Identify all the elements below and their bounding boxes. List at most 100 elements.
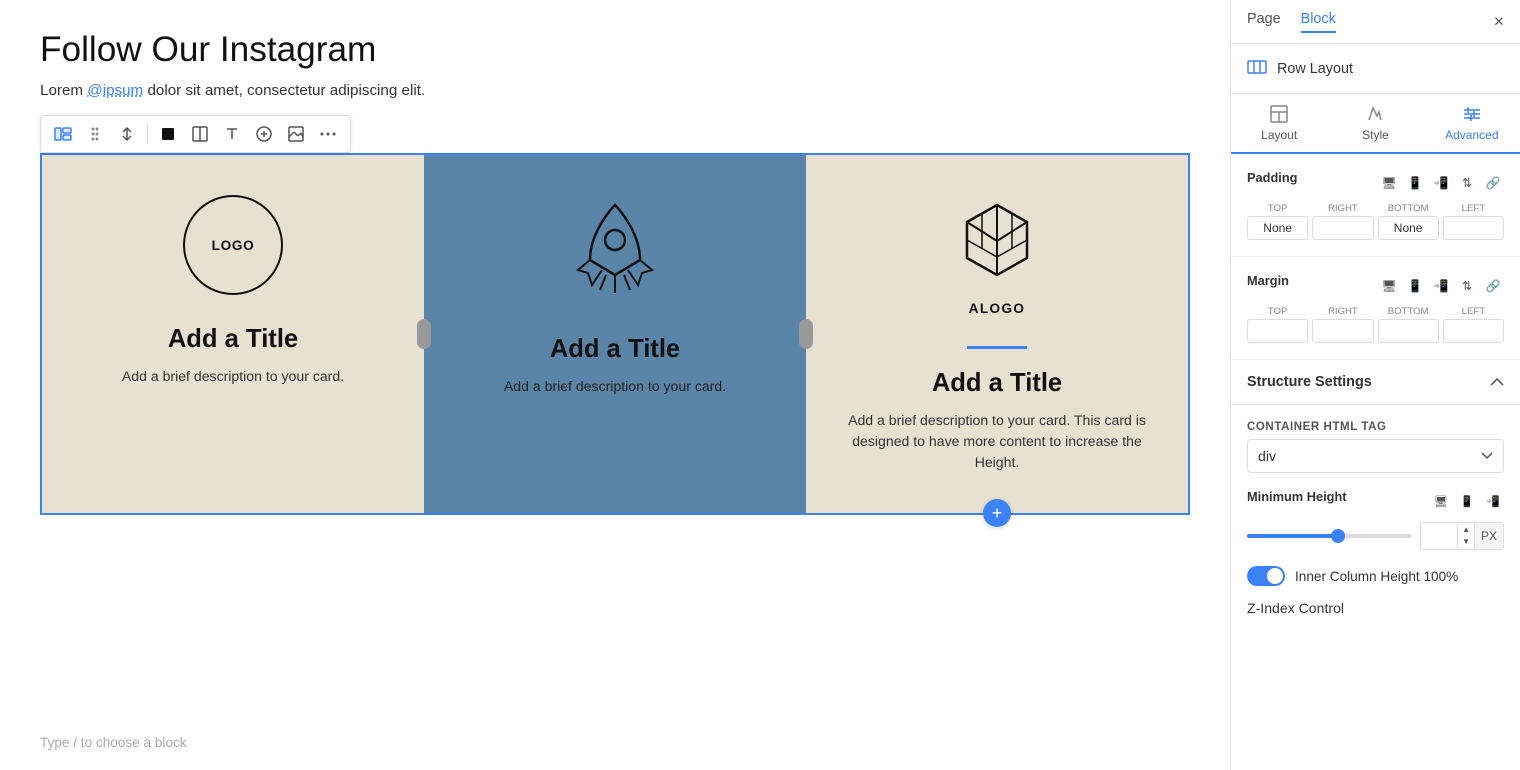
subtitle-before: Lorem (40, 82, 87, 99)
container-tag-label: CONTAINER HTML TAG (1247, 421, 1504, 433)
text-btn[interactable] (218, 120, 246, 148)
add-btn[interactable] (250, 120, 278, 148)
square-btn[interactable] (154, 120, 182, 148)
padding-section: Padding 🖥 📱 📲 ⇅ 🔗 TOP RIGHT BOTTOM (1231, 154, 1520, 257)
slider-value-input[interactable] (1421, 529, 1457, 544)
add-block-button[interactable]: + (983, 499, 1011, 527)
structure-settings-header[interactable]: Structure Settings (1231, 360, 1520, 405)
row-block: LOGO Add a Title Add a brief description… (40, 153, 1190, 515)
card-2: Add a Title Add a brief description to y… (424, 155, 806, 513)
block-type-icon[interactable] (49, 120, 77, 148)
slider-value-box: ▲ ▼ PX (1420, 522, 1504, 550)
sub-tab-style[interactable]: Style (1327, 94, 1423, 154)
padding-link-icon[interactable]: 🔗 (1482, 172, 1504, 194)
structure-body: CONTAINER HTML TAG div section article m… (1231, 405, 1520, 632)
margin-right-field: RIGHT (1312, 306, 1373, 343)
margin-sync-icon[interactable]: ⇅ (1456, 275, 1478, 297)
margin-controls: Margin 🖥 📱 📲 ⇅ 🔗 (1247, 273, 1504, 298)
padding-sync-icon[interactable]: ⇅ (1456, 172, 1478, 194)
tab-page[interactable]: Page (1247, 11, 1281, 33)
more-btn[interactable] (314, 120, 342, 148)
card-3: ALOGO + Add a Title Add a brief descript… (806, 155, 1188, 513)
padding-grid: TOP RIGHT BOTTOM LEFT (1247, 203, 1504, 240)
resize-handle-2[interactable] (799, 319, 813, 349)
min-height-mobile-icon[interactable]: 📲 (1482, 491, 1504, 513)
padding-desktop-icon[interactable]: 🖥 (1378, 172, 1400, 194)
row-layout-label: Row Layout (1277, 61, 1353, 77)
margin-label: Margin (1247, 273, 1289, 288)
padding-label: Padding (1247, 170, 1297, 185)
page-subtitle: Lorem @ipsum dolor sit amet, consectetur… (40, 82, 1190, 99)
card-1-logo: LOGO (183, 195, 283, 295)
type-hint: Type / to choose a block (40, 735, 187, 750)
structure-chevron-icon (1490, 378, 1504, 386)
card-3-line (967, 346, 1027, 349)
margin-icons: 🖥 📱 📲 ⇅ 🔗 (1378, 275, 1504, 297)
panel-tabs: Page Block (1247, 11, 1336, 33)
block-toolbar (40, 115, 351, 153)
margin-top-input[interactable] (1247, 319, 1308, 343)
slider-fill (1247, 534, 1338, 538)
card-2-title: Add a Title (550, 335, 680, 364)
padding-bottom-input[interactable] (1378, 216, 1439, 240)
min-height-icons: 🖥 📱 📲 (1430, 491, 1504, 513)
margin-bottom-field: BOTTOM (1378, 306, 1439, 343)
margin-grid: TOP RIGHT BOTTOM LEFT (1247, 306, 1504, 343)
toggle-knob (1267, 568, 1283, 584)
padding-mobile-icon[interactable]: 📲 (1430, 172, 1452, 194)
card-1-title: Add a Title (168, 325, 298, 354)
page-title: Follow Our Instagram (40, 30, 1190, 70)
slider-unit: PX (1474, 523, 1503, 549)
slider-down-arrow[interactable]: ▼ (1458, 536, 1474, 548)
drag-handle[interactable] (81, 120, 109, 148)
image-btn[interactable] (282, 120, 310, 148)
padding-controls: Padding 🖥 📱 📲 ⇅ 🔗 (1247, 170, 1504, 195)
padding-right-input[interactable] (1312, 216, 1373, 240)
sub-tab-layout[interactable]: Layout (1231, 94, 1327, 154)
min-height-tablet-icon[interactable]: 📱 (1456, 491, 1478, 513)
slider-up-arrow[interactable]: ▲ (1458, 524, 1474, 536)
row-layout-icon (1247, 58, 1267, 79)
layout-btn[interactable] (186, 120, 214, 148)
padding-tablet-icon[interactable]: 📱 (1404, 172, 1426, 194)
panel-header: Page Block × (1231, 0, 1520, 44)
resize-handle-1[interactable] (417, 319, 431, 349)
min-height-label: Minimum Height (1247, 489, 1347, 504)
rocket-icon (570, 195, 660, 305)
margin-tablet-icon[interactable]: 📱 (1404, 275, 1426, 297)
margin-left-input[interactable] (1443, 319, 1504, 343)
sub-tabs: Layout Style Advanced (1231, 94, 1520, 154)
min-height-desktop-icon[interactable]: 🖥 (1430, 491, 1452, 513)
padding-icons: 🖥 📱 📲 ⇅ 🔗 (1378, 172, 1504, 194)
container-tag-select[interactable]: div section article main header footer a… (1247, 439, 1504, 473)
margin-link-icon[interactable]: 🔗 (1482, 275, 1504, 297)
min-height-slider[interactable] (1247, 534, 1412, 538)
right-panel: Page Block × Row Layout Layout Style Adv… (1230, 0, 1520, 770)
margin-bottom-input[interactable] (1378, 319, 1439, 343)
tab-block[interactable]: Block (1301, 11, 1336, 33)
padding-top-field: TOP (1247, 203, 1308, 240)
move-updown[interactable] (113, 120, 141, 148)
z-index-label: Z-Index Control (1247, 600, 1504, 616)
padding-left-input[interactable] (1443, 216, 1504, 240)
margin-mobile-icon[interactable]: 📲 (1430, 275, 1452, 297)
inner-column-height-toggle[interactable] (1247, 566, 1285, 586)
card-3-title: Add a Title (932, 369, 1062, 398)
sub-tab-advanced[interactable]: Advanced (1424, 94, 1520, 154)
divider-1 (147, 124, 148, 144)
slider-thumb[interactable] (1331, 529, 1345, 543)
card-3-logo-text: ALOGO (969, 301, 1026, 316)
margin-right-input[interactable] (1312, 319, 1373, 343)
margin-section: Margin 🖥 📱 📲 ⇅ 🔗 TOP RIGHT BOTTOM (1231, 257, 1520, 360)
canvas-area: Follow Our Instagram Lorem @ipsum dolor … (0, 0, 1230, 770)
margin-desktop-icon[interactable]: 🖥 (1378, 275, 1400, 297)
slider-arrows: ▲ ▼ (1457, 524, 1474, 547)
min-height-row: Minimum Height 🖥 📱 📲 (1247, 489, 1504, 514)
card-1-desc: Add a brief description to your card. (122, 366, 344, 387)
subtitle-link[interactable]: @ipsum (87, 82, 143, 99)
padding-top-input[interactable] (1247, 216, 1308, 240)
panel-close-button[interactable]: × (1494, 11, 1504, 32)
margin-left-field: LEFT (1443, 306, 1504, 343)
inner-column-height-label: Inner Column Height 100% (1295, 569, 1458, 584)
slider-row: ▲ ▼ PX (1247, 522, 1504, 550)
